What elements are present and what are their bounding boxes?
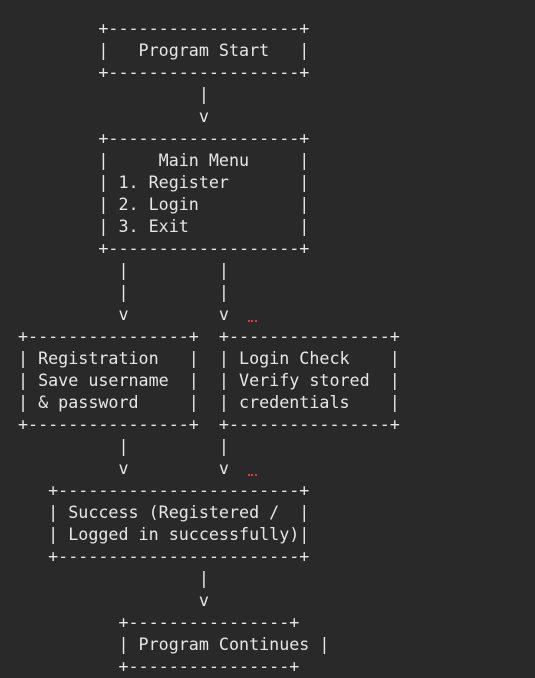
connector-line: | | (18, 260, 229, 280)
arrow-down: v (18, 106, 209, 126)
arrow-down: v v (18, 458, 229, 478)
connector-line: | (18, 568, 209, 588)
ascii-flowchart: +-------------------+ | Program Start | … (0, 0, 535, 678)
box-border-line: +------------------------+ (18, 546, 310, 566)
box-border-line: +----------------+ (18, 656, 300, 676)
box-border-line: +-------------------+ (18, 128, 310, 148)
connector-line: | | (18, 436, 229, 456)
box-border-line: +-------------------+ (18, 62, 310, 82)
registration-login-box: | Registration | | Login Check | (18, 348, 400, 368)
program-start-box: | Program Start | (18, 40, 310, 60)
arrow-down: v v (18, 304, 229, 324)
program-continues-box: | Program Continues | (18, 634, 330, 654)
main-menu-title: | Main Menu | (18, 150, 310, 170)
main-menu-exit: | 3. Exit | (18, 216, 310, 236)
arrow-down: v (18, 590, 209, 610)
connector-line: | (18, 84, 209, 104)
box-border-line: +----------------+ +----------------+ (18, 326, 400, 346)
box-border-line: +----------------+ (18, 612, 300, 632)
box-border-line: +----------------+ +----------------+ (18, 414, 400, 434)
box-border-line: +-------------------+ (18, 18, 310, 38)
success-box: | Success (Registered / | (18, 502, 310, 522)
main-menu-login: | 2. Login | (18, 194, 310, 214)
box-border-line: +------------------------+ (18, 480, 310, 500)
connector-line: | | (18, 282, 229, 302)
registration-login-box: | & password | | credentials | (18, 392, 400, 412)
spellcheck-squiggle (248, 471, 257, 476)
registration-login-box: | Save username | | Verify stored | (18, 370, 400, 390)
box-border-line: +-------------------+ (18, 238, 310, 258)
spellcheck-squiggle (248, 317, 257, 322)
success-box: | Logged in successfully)| (18, 524, 310, 544)
main-menu-register: | 1. Register | (18, 172, 310, 192)
